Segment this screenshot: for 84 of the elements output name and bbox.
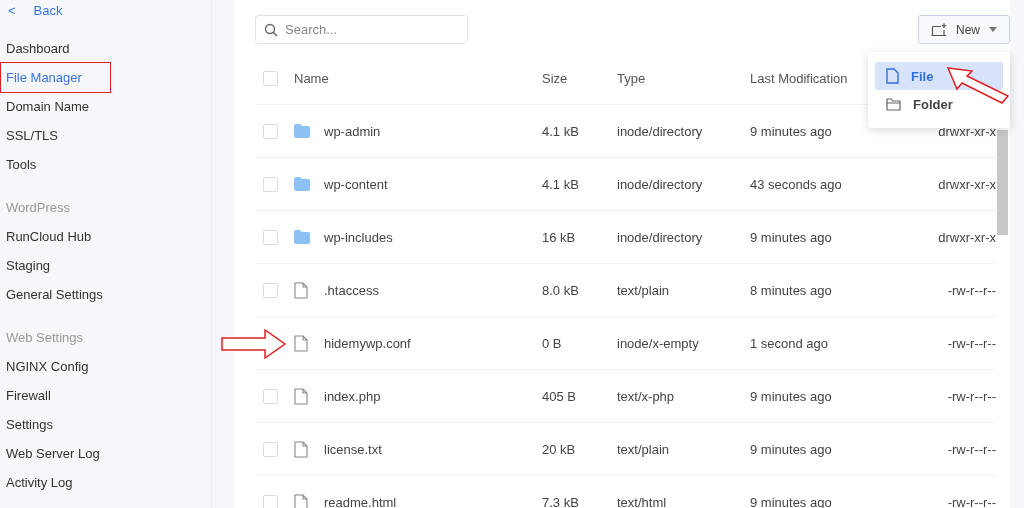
table-cell: 4.1 kB (542, 176, 579, 192)
table-cell: -rw-r--r-- (947, 335, 996, 351)
file-name[interactable]: index.php (324, 388, 381, 404)
file-icon (294, 334, 308, 352)
table-cell: 9 minutes ago (750, 441, 832, 457)
file-name[interactable]: hidemywp.conf (324, 335, 411, 351)
section-heading: Web Settings (6, 329, 85, 347)
table-cell: inode/directory (617, 123, 703, 139)
file-name[interactable]: wp-content (324, 176, 388, 192)
file-name[interactable]: wp-admin (324, 123, 381, 139)
row-checkbox[interactable] (263, 282, 278, 298)
column-header: Type (617, 70, 646, 86)
table-cell: drwxr-xr-x (938, 176, 996, 192)
table-cell: text/plain (617, 441, 670, 457)
table-cell: 16 kB (542, 229, 576, 245)
sidebar-item[interactable]: RunCloud Hub (6, 222, 96, 251)
folder-icon (294, 177, 310, 191)
table-cell: 405 B (542, 388, 576, 404)
file-icon (294, 440, 308, 458)
table-cell: 1 second ago (750, 335, 829, 351)
section-heading: WordPress (6, 199, 72, 217)
menu-item[interactable]: Folder (875, 90, 1003, 118)
column-header: Name (294, 70, 329, 86)
scrollbar[interactable] (997, 130, 1008, 235)
sidebar-item[interactable]: Domain Name (6, 92, 94, 121)
file-name[interactable]: readme.html (324, 494, 397, 508)
table-cell: 20 kB (542, 441, 576, 457)
row-checkbox[interactable] (263, 229, 278, 245)
table-cell: 43 seconds ago (750, 176, 842, 192)
table-cell: 9 minutes ago (750, 229, 832, 245)
new-file-icon (931, 22, 947, 37)
search-icon (264, 23, 278, 37)
table-cell: 0 B (542, 335, 562, 351)
file-icon (294, 281, 308, 299)
row-checkbox[interactable] (263, 123, 278, 139)
table-cell: -rw-r--r-- (947, 441, 996, 457)
folder-icon (886, 97, 901, 111)
file-icon (294, 387, 308, 405)
table-cell: 8.0 kB (542, 282, 579, 298)
sidebar-item[interactable]: Activity Log (6, 468, 77, 497)
back-link[interactable]: < Back (6, 0, 211, 20)
file-name[interactable]: .htaccess (324, 282, 379, 298)
table-cell: text/x-php (617, 388, 675, 404)
column-header: Size (542, 70, 568, 86)
sidebar-item[interactable]: Web Server Log (6, 439, 104, 468)
select-all-checkbox[interactable] (263, 70, 278, 86)
row-checkbox[interactable] (263, 388, 278, 404)
file-name[interactable]: license.txt (324, 441, 382, 457)
caret-icon (989, 27, 997, 32)
sidebar-item[interactable]: NGINX Config (6, 352, 93, 381)
sidebar-item[interactable]: General Settings (6, 280, 107, 309)
table-cell: 9 minutes ago (750, 388, 832, 404)
table-cell: 4.1 kB (542, 123, 579, 139)
row-checkbox[interactable] (263, 494, 278, 508)
table-cell: drwxr-xr-x (938, 123, 996, 139)
table-cell: 9 minutes ago (750, 123, 832, 139)
table-cell: inode/x-empty (617, 335, 699, 351)
new-button[interactable]: New (918, 15, 1010, 44)
sidebar-item[interactable]: Firewall (6, 381, 55, 410)
table-cell: 7.3 kB (542, 494, 579, 508)
table-cell: text/plain (617, 282, 670, 298)
file-icon (886, 68, 899, 84)
sidebar-item[interactable]: Dashboard (6, 34, 74, 63)
sidebar-item[interactable]: Tools (6, 150, 41, 179)
table-cell: inode/directory (617, 176, 703, 192)
table-cell: -rw-r--r-- (947, 388, 996, 404)
table-cell: 8 minutes ago (750, 282, 832, 298)
folder-icon (294, 124, 310, 138)
sidebar-item[interactable]: File Manager (1, 63, 110, 92)
table-cell: inode/directory (617, 229, 703, 245)
column-header: Last Modification (750, 70, 848, 86)
table-cell: drwxr-xr-x (938, 229, 996, 245)
sidebar-item[interactable]: SSL/TLS (6, 121, 63, 150)
table-cell: -rw-r--r-- (947, 282, 996, 298)
table-cell: -rw-r--r-- (947, 494, 996, 508)
folder-icon (294, 230, 310, 244)
file-icon (294, 493, 308, 508)
table-cell: text/html (617, 494, 667, 508)
sidebar-item[interactable]: Staging (6, 251, 55, 280)
sidebar-item[interactable]: Settings (6, 410, 57, 439)
row-checkbox[interactable] (263, 176, 278, 192)
row-checkbox[interactable] (263, 441, 278, 457)
search-field[interactable]: Search... (255, 15, 468, 44)
file-name[interactable]: wp-includes (324, 229, 393, 245)
